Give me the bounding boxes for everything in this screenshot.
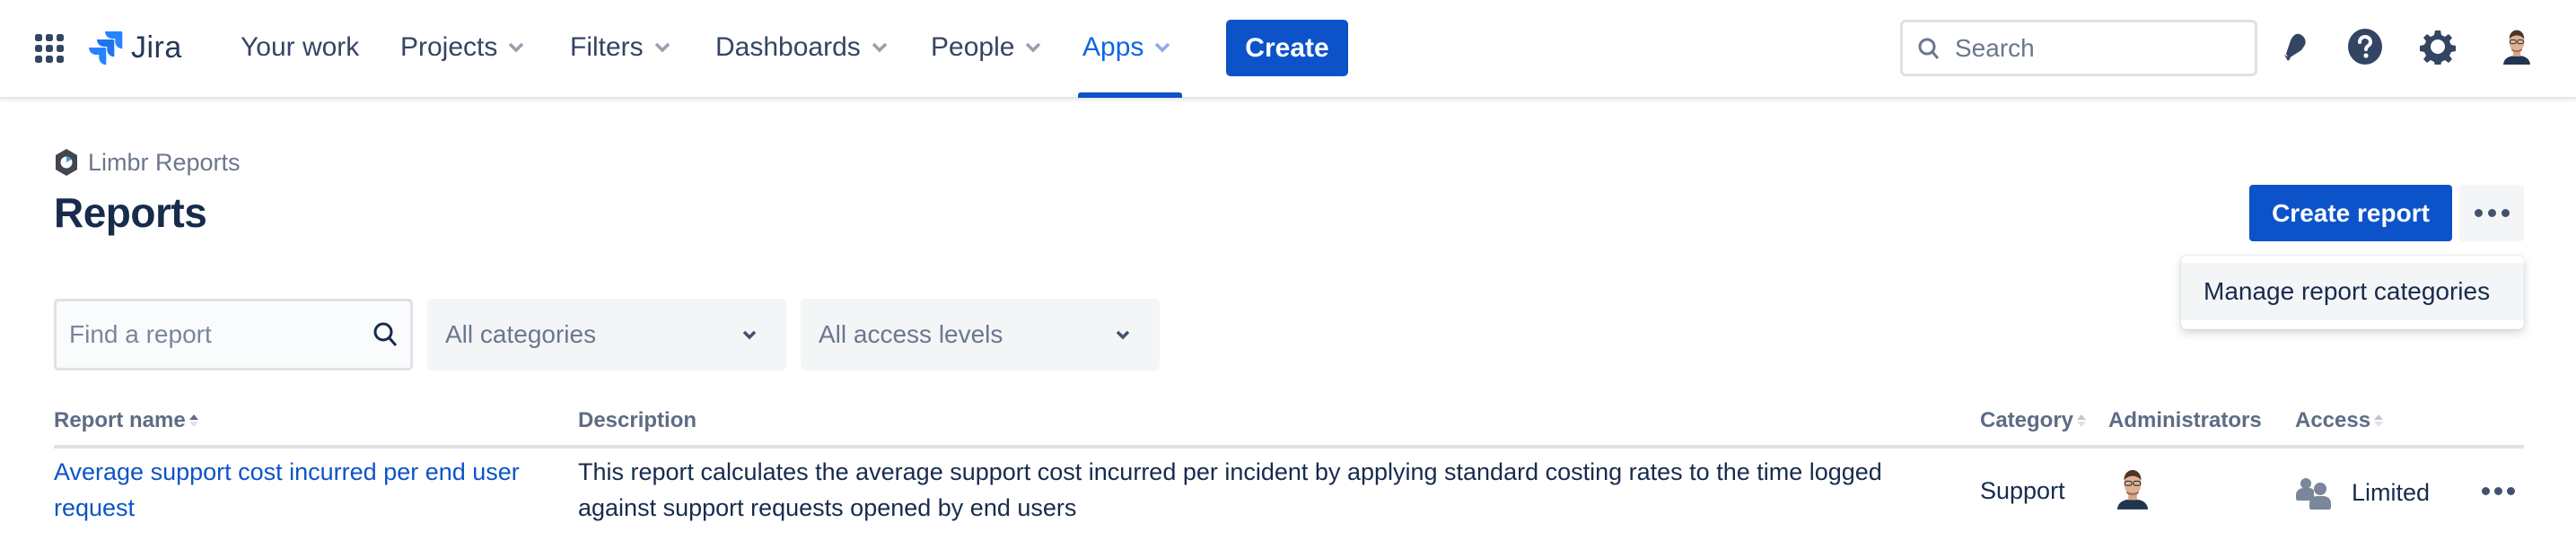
breadcrumb-label: Limbr Reports <box>88 148 241 176</box>
column-label: Category <box>1980 408 2074 432</box>
breadcrumb-limbr-reports[interactable]: Limbr Reports <box>54 147 241 178</box>
find-report-placeholder: Find a report <box>69 320 212 348</box>
report-name-link[interactable]: Average support cost incurred per end us… <box>54 454 539 526</box>
nav-label: People <box>931 32 1015 62</box>
sort-ascending-icon <box>188 414 198 427</box>
find-report-input[interactable]: Find a report <box>54 299 413 370</box>
category-select-value: All categories <box>445 320 597 348</box>
column-label: Access <box>2295 408 2371 432</box>
create-report-button[interactable]: Create report <box>2249 185 2452 241</box>
nav-label: Filters <box>570 32 644 62</box>
column-header-category[interactable]: Category <box>1980 408 2087 433</box>
settings-gear-icon[interactable] <box>2418 27 2458 66</box>
column-label: Report name <box>54 408 186 432</box>
app-switcher-icon[interactable] <box>34 33 65 64</box>
more-icon-dot <box>2487 209 2496 217</box>
more-icon-dot <box>2474 209 2483 217</box>
column-header-description: Description <box>578 408 697 433</box>
nav-label: Your work <box>241 32 360 62</box>
nav-label: Dashboards <box>715 32 861 62</box>
column-header-report-name[interactable]: Report name <box>54 408 198 433</box>
nav-filters[interactable]: Filters <box>570 25 670 70</box>
sort-icon <box>2374 414 2384 427</box>
category-select[interactable]: All categories <box>427 299 786 370</box>
chevron-down-icon <box>1155 42 1170 53</box>
access-level-select[interactable]: All access levels <box>801 299 1160 370</box>
chevron-down-icon <box>1116 330 1130 340</box>
report-category: Support <box>1980 477 2065 504</box>
column-label: Administrators <box>2108 408 2262 432</box>
limbr-logo-icon <box>56 149 77 176</box>
sort-icon <box>2077 414 2087 427</box>
more-icon-dot <box>2501 209 2510 217</box>
more-actions-dropdown: Manage report categories <box>2181 256 2524 329</box>
menu-item-manage-report-categories[interactable]: Manage report categories <box>2181 263 2524 320</box>
nav-label: Apps <box>1082 32 1144 62</box>
chevron-down-icon <box>742 330 757 340</box>
access-select-value: All access levels <box>819 320 1003 348</box>
notifications-bell-icon[interactable] <box>2274 27 2314 66</box>
search-icon <box>373 322 398 346</box>
nav-dashboards[interactable]: Dashboards <box>715 25 888 70</box>
top-navigation-bar: Jira Your work Projects Filters Dashboar… <box>0 0 2576 99</box>
more-actions-button[interactable] <box>2459 185 2524 241</box>
row-actions-button[interactable] <box>2477 477 2519 504</box>
nav-projects[interactable]: Projects <box>400 25 524 70</box>
jira-logo[interactable]: Jira <box>88 30 182 65</box>
create-button[interactable]: Create <box>1226 20 1348 76</box>
help-icon[interactable] <box>2345 27 2385 66</box>
chevron-down-icon <box>654 42 670 53</box>
report-description: This report calculates the average suppo… <box>578 458 1882 521</box>
user-avatar[interactable] <box>2497 25 2537 68</box>
more-icon-dot <box>2493 486 2502 495</box>
nav-your-work[interactable]: Your work <box>241 25 359 70</box>
search-placeholder: Search <box>1955 33 2035 62</box>
jira-logo-icon <box>89 31 123 65</box>
administrator-avatar[interactable] <box>2114 468 2151 510</box>
global-search-input[interactable]: Search <box>1900 20 2257 76</box>
table-header-divider <box>54 445 2524 449</box>
nav-label: Projects <box>400 32 498 62</box>
report-access-level: Limited <box>2352 479 2431 506</box>
column-header-administrators: Administrators <box>2108 408 2262 433</box>
active-nav-indicator <box>1078 92 1182 98</box>
product-name: Jira <box>131 30 182 65</box>
nav-apps[interactable]: Apps <box>1082 25 1170 70</box>
chevron-down-icon <box>872 42 888 53</box>
people-group-icon <box>2296 478 2331 510</box>
page-title: Reports <box>54 189 207 236</box>
nav-people[interactable]: People <box>931 25 1041 70</box>
more-icon-dot <box>2506 486 2515 495</box>
more-icon-dot <box>2481 486 2490 495</box>
search-icon <box>1918 38 1940 59</box>
column-label: Description <box>578 408 697 432</box>
chevron-down-icon <box>1026 42 1041 53</box>
chevron-down-icon <box>509 42 524 53</box>
column-header-access[interactable]: Access <box>2295 408 2384 433</box>
